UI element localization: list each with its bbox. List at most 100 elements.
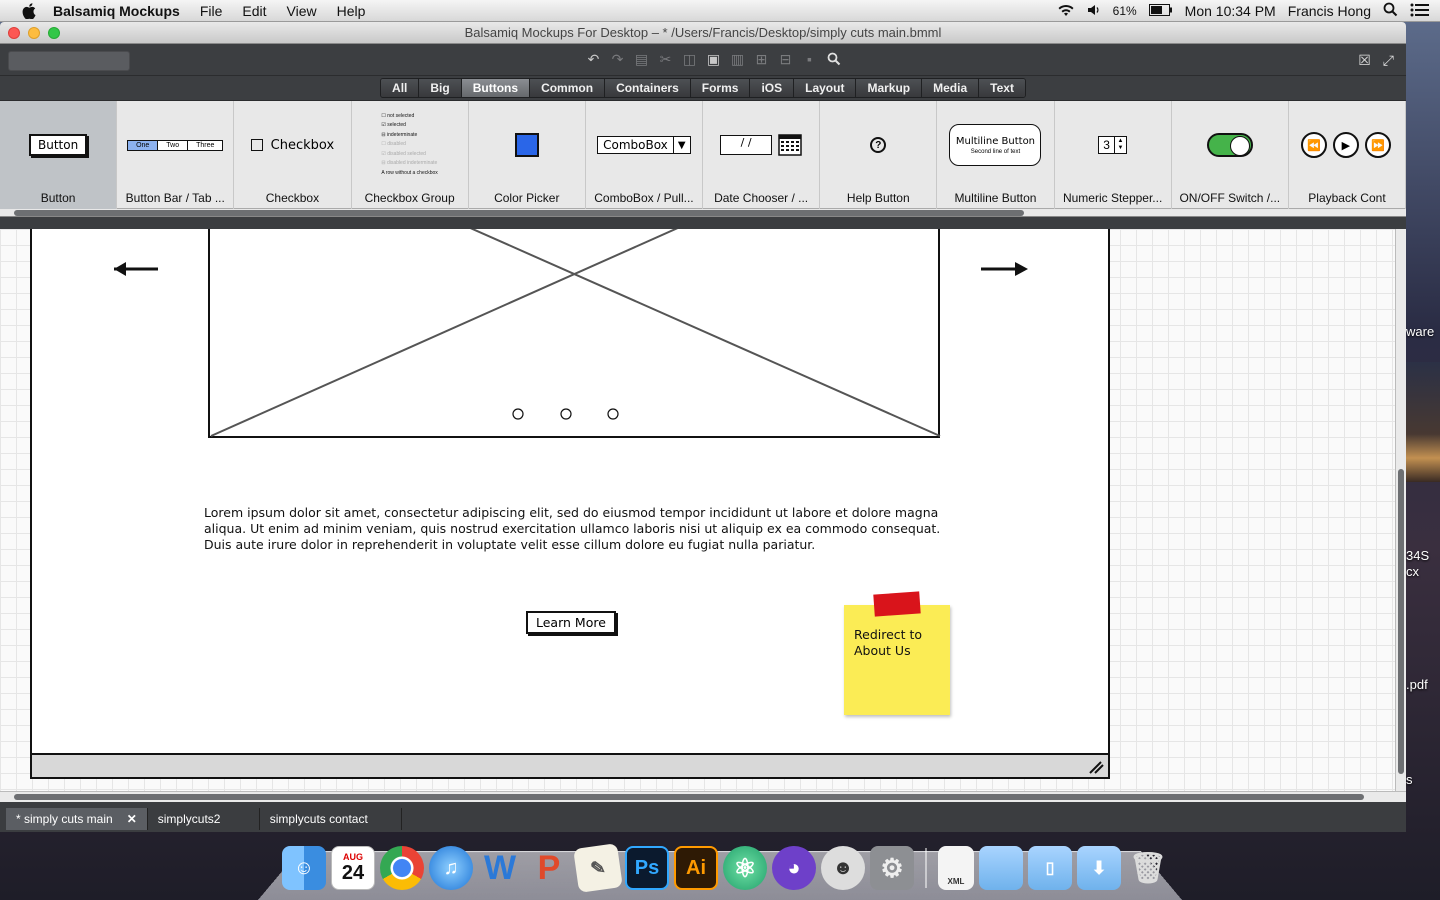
desktop-label[interactable]: 34S: [1406, 548, 1429, 563]
sticky-note[interactable]: Redirect to About Us: [844, 605, 950, 715]
window-title: Balsamiq Mockups For Desktop – * /Users/…: [465, 25, 942, 40]
filter-tab-forms[interactable]: Forms: [691, 79, 751, 97]
library-item-checkbox-group[interactable]: ☐ not selected ☑ selected ⊟ indeterminat…: [352, 101, 469, 209]
desktop-label[interactable]: cx: [1406, 564, 1419, 579]
button-preview: Button: [29, 134, 87, 156]
wifi-icon[interactable]: [1057, 3, 1075, 20]
filter-tab-all[interactable]: All: [381, 79, 419, 97]
canvas-vertical-scrollbar-thumb[interactable]: [1398, 469, 1404, 774]
library-item-switch[interactable]: ON/OFF Switch /...: [1172, 101, 1289, 209]
finder-icon[interactable]: ☺: [282, 846, 326, 890]
cut-icon[interactable]: ✂: [656, 49, 675, 69]
search-icon[interactable]: [824, 49, 843, 69]
window-titlebar[interactable]: Balsamiq Mockups For Desktop – * /Users/…: [0, 22, 1406, 44]
canvas-horizontal-scrollbar[interactable]: [0, 791, 1406, 802]
illustrator-icon[interactable]: Ai: [674, 846, 718, 890]
filter-tab-containers[interactable]: Containers: [605, 79, 691, 97]
filter-tab-ios[interactable]: iOS: [750, 79, 794, 97]
clock[interactable]: Mon 10:34 PM: [1185, 3, 1276, 19]
close-mockup-icon[interactable]: ☒: [1358, 52, 1371, 69]
menu-file[interactable]: File: [190, 3, 233, 19]
quick-add-input[interactable]: [8, 51, 130, 71]
dropdown-arrow-icon: ▼: [673, 137, 690, 153]
paste-icon[interactable]: ▣: [704, 49, 723, 69]
copy-icon[interactable]: ▤: [632, 49, 651, 69]
desktop-label[interactable]: s: [1406, 772, 1413, 787]
photoshop-icon[interactable]: Ps: [625, 846, 669, 890]
library-item-date-chooser[interactable]: / / Date Chooser / ...: [703, 101, 820, 209]
itunes-icon[interactable]: ♫: [429, 846, 473, 890]
ungroup-icon[interactable]: ⊟: [776, 49, 795, 69]
close-window-button[interactable]: [8, 27, 20, 39]
github-icon[interactable]: ◕: [772, 846, 816, 890]
library-item-color-picker[interactable]: Color Picker: [469, 101, 586, 209]
filter-tab-big[interactable]: Big: [419, 79, 461, 97]
automator-icon[interactable]: ☻: [821, 846, 865, 890]
desktop-label[interactable]: .pdf: [1406, 677, 1428, 692]
library-item-numeric-stepper[interactable]: 3 ▲ ▼ Numeric Stepper...: [1055, 101, 1172, 209]
library-item-combobox[interactable]: ComboBox ▼ ComboBox / Pull...: [586, 101, 703, 209]
canvas-vertical-scrollbar[interactable]: [1395, 229, 1406, 791]
word-icon[interactable]: W: [478, 846, 522, 890]
folder-icon[interactable]: [979, 846, 1023, 890]
canvas-horizontal-scrollbar-thumb[interactable]: [14, 794, 1364, 800]
tab-simplycuts2[interactable]: simplycuts2: [148, 808, 260, 830]
library-item-checkbox[interactable]: Checkbox Checkbox: [234, 101, 351, 209]
menu-edit[interactable]: Edit: [232, 3, 276, 19]
menu-help[interactable]: Help: [327, 3, 376, 19]
apple-icon[interactable]: [20, 2, 38, 20]
desktop-label[interactable]: ware: [1406, 324, 1434, 339]
user-name[interactable]: Francis Hong: [1288, 3, 1371, 19]
atom-icon[interactable]: ⚛: [723, 846, 767, 890]
xml-file-icon[interactable]: XML: [938, 846, 974, 890]
redo-icon[interactable]: ↷: [608, 49, 627, 69]
powerpoint-icon[interactable]: P: [527, 846, 571, 890]
lorem-paragraph[interactable]: Lorem ipsum dolor sit amet, consectetur …: [204, 505, 944, 553]
library-item-multiline-button[interactable]: Multiline Button Second line of text Mult…: [937, 101, 1054, 209]
volume-icon[interactable]: [1087, 3, 1101, 20]
notification-center-icon[interactable]: [1410, 3, 1430, 20]
filter-tab-layout[interactable]: Layout: [794, 79, 856, 97]
filter-tab-media[interactable]: Media: [922, 79, 979, 97]
lock-icon[interactable]: ▪: [800, 49, 819, 69]
menu-view[interactable]: View: [277, 3, 327, 19]
library-item-button[interactable]: Button Button: [0, 101, 117, 209]
date-field-preview: / /: [720, 135, 772, 155]
library-scrollbar[interactable]: [0, 209, 1406, 217]
library-scrollbar-thumb[interactable]: [14, 210, 1024, 216]
mockup-canvas[interactable]: Lorem ipsum dolor sit amet, consectetur …: [0, 229, 1395, 791]
spotlight-search-icon[interactable]: [1383, 2, 1398, 20]
duplicate-icon[interactable]: ◫: [680, 49, 699, 69]
library-item-playback-controls[interactable]: ⏪ ▶ ⏩ Playback Cont: [1289, 101, 1406, 209]
fullscreen-icon[interactable]: ⤢: [1383, 52, 1394, 69]
library-item-help-button[interactable]: ? Help Button: [820, 101, 937, 209]
filter-tab-markup[interactable]: Markup: [856, 79, 922, 97]
delete-icon[interactable]: ▥: [728, 49, 747, 69]
library-item-button-bar[interactable]: One Two Three Button Bar / Tab ...: [117, 101, 234, 209]
documents-icon[interactable]: ▯: [1028, 846, 1072, 890]
filter-tab-common[interactable]: Common: [530, 79, 605, 97]
chrome-icon[interactable]: [380, 846, 424, 890]
calendar-icon[interactable]: AUG 24: [331, 846, 375, 890]
zoom-window-button[interactable]: [48, 27, 60, 39]
battery-icon[interactable]: [1149, 3, 1173, 19]
trash-icon[interactable]: 🗑: [1126, 846, 1170, 890]
downloads-icon[interactable]: ⬇: [1077, 846, 1121, 890]
resize-grip-icon[interactable]: [1088, 760, 1104, 774]
close-tab-icon[interactable]: ✕: [127, 812, 137, 826]
undo-icon[interactable]: ↶: [584, 49, 603, 69]
library-item-label: Playback Cont: [1289, 191, 1405, 205]
menu-app-name[interactable]: Balsamiq Mockups: [53, 3, 190, 19]
filter-tab-text[interactable]: Text: [979, 79, 1025, 97]
textedit-icon[interactable]: ✎: [573, 843, 623, 893]
tab-simply-cuts-main[interactable]: * simply cuts main ✕: [6, 808, 148, 830]
tab-simplycuts-contact[interactable]: simplycuts contact: [260, 808, 402, 830]
minimize-window-button[interactable]: [28, 27, 40, 39]
battery-status[interactable]: 61%: [1113, 4, 1137, 18]
filter-tab-buttons[interactable]: Buttons: [462, 79, 530, 97]
checkbox-icon: [251, 139, 263, 151]
learn-more-button[interactable]: Learn More: [526, 611, 616, 634]
library-filter-bar: All Big Buttons Common Containers Forms iOS Lay…: [0, 76, 1406, 101]
group-icon[interactable]: ⊞: [752, 49, 771, 69]
system-preferences-icon[interactable]: ⚙: [870, 846, 914, 890]
